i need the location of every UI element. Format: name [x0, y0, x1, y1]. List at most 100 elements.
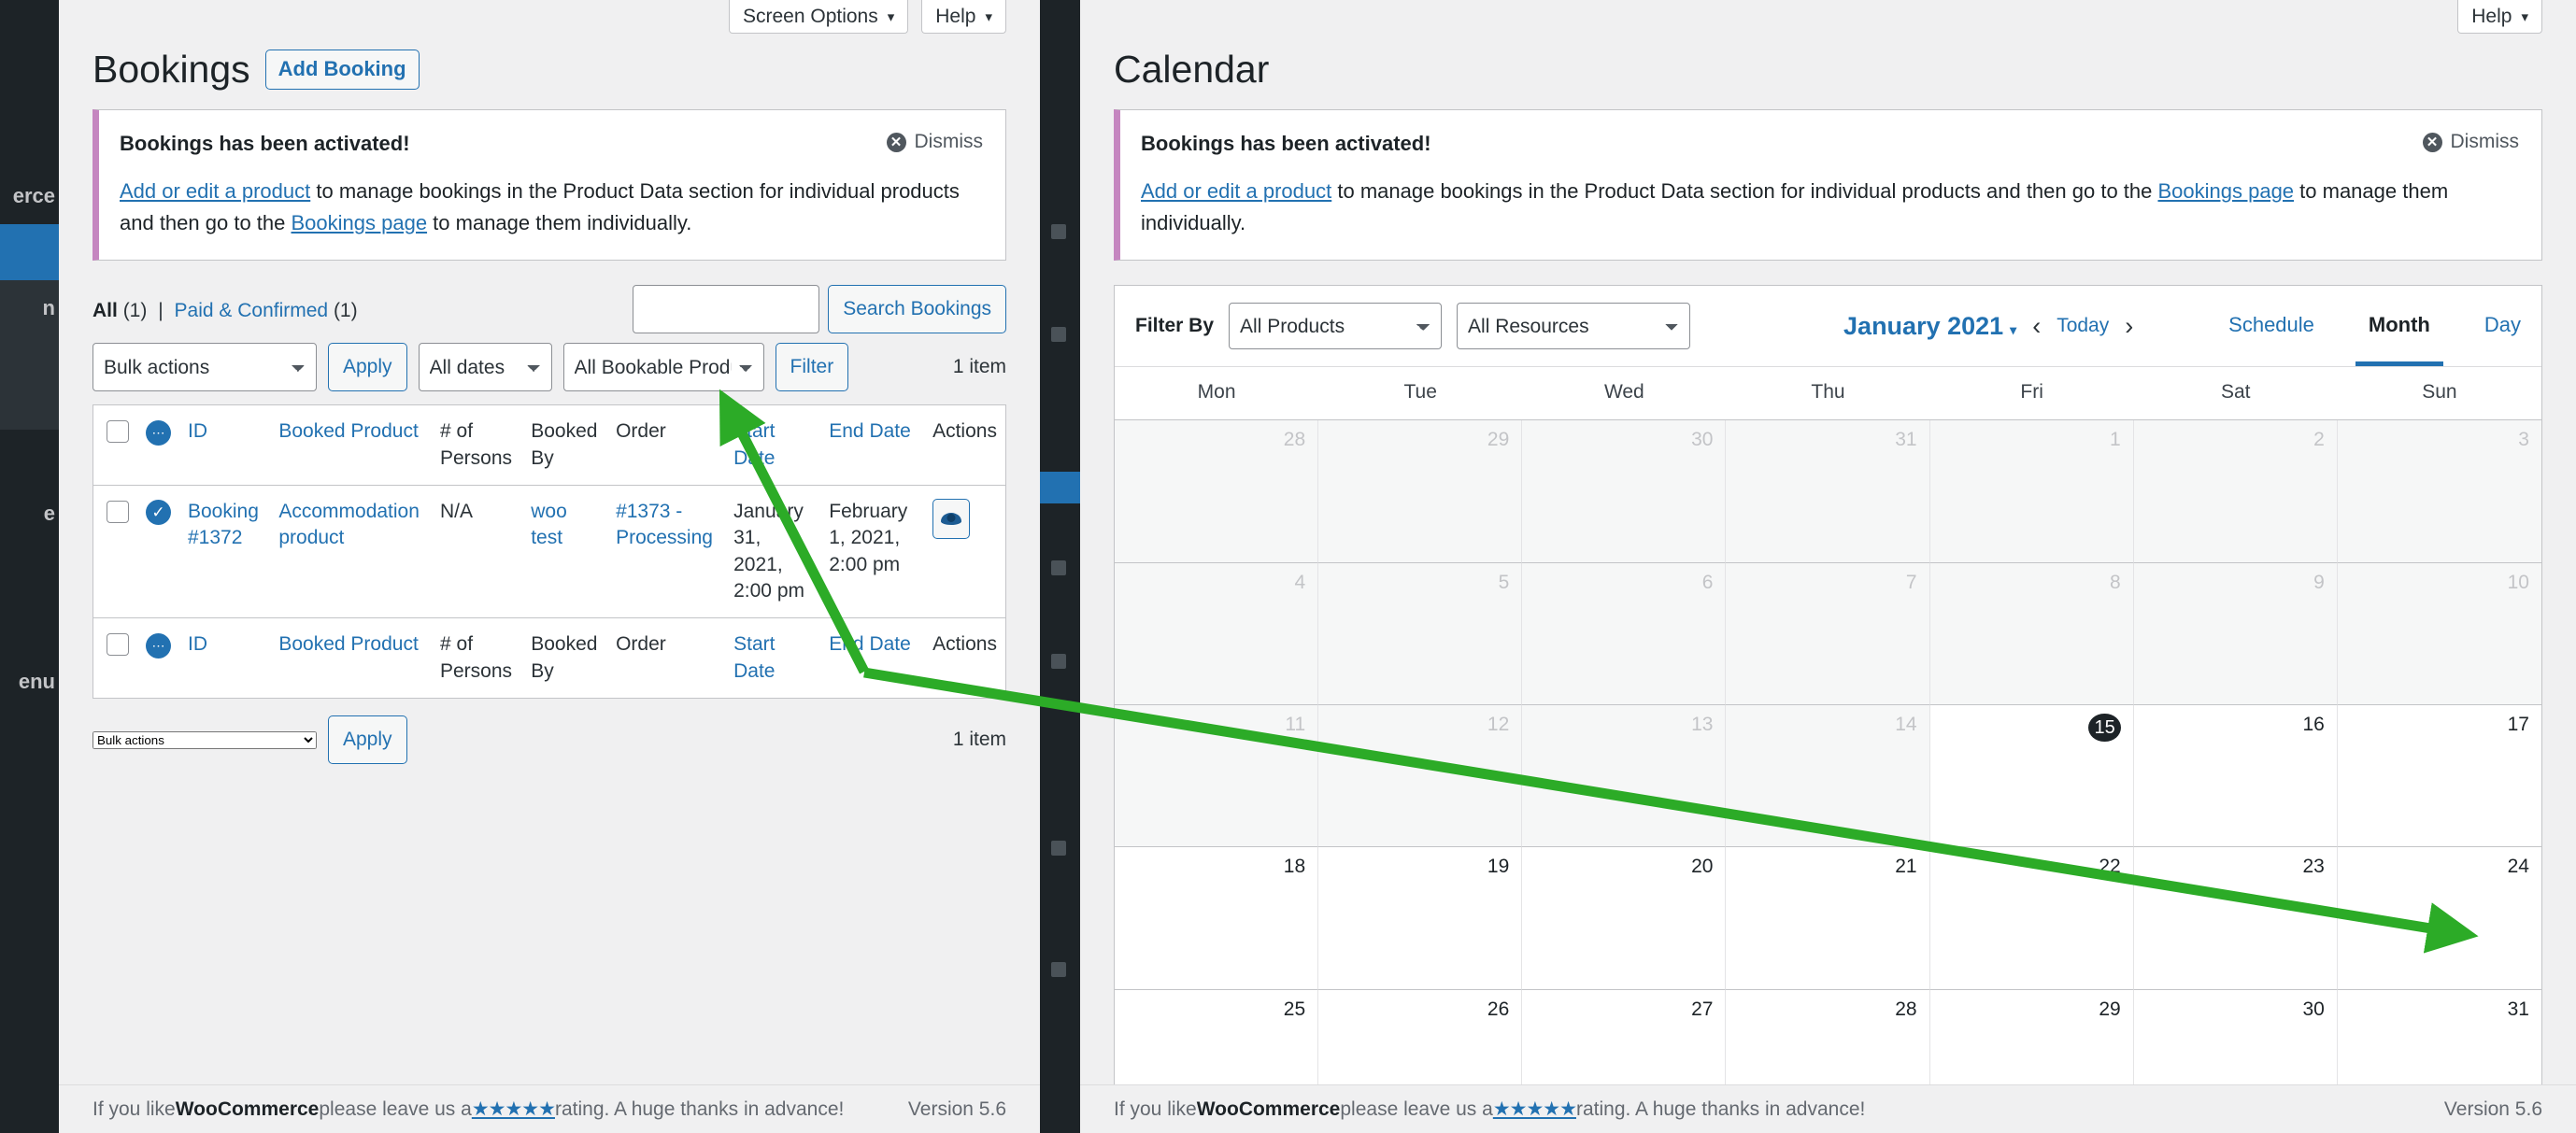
booking-id-link[interactable]: Booking #1372: [188, 501, 259, 548]
calendar-day-28[interactable]: 28: [1115, 420, 1319, 563]
calendar-day-31[interactable]: 31: [1726, 420, 1930, 563]
calendar-day-17[interactable]: 17: [2337, 705, 2541, 848]
rating-stars-icon[interactable]: ★★★★★: [472, 1098, 556, 1121]
calendar-day-2[interactable]: 2: [2133, 420, 2338, 563]
calendar-day-13[interactable]: 13: [1522, 705, 1727, 848]
sidebar-item-woocommerce[interactable]: erce: [0, 168, 59, 224]
select-all-checkbox-footer[interactable]: [107, 633, 129, 657]
calendar-day-24[interactable]: 24: [2337, 847, 2541, 990]
calendar-day-16[interactable]: 16: [2133, 705, 2338, 848]
select-all-checkbox[interactable]: [107, 420, 129, 444]
row-checkbox[interactable]: [107, 501, 129, 524]
calendar-day-8[interactable]: 8: [1929, 562, 2134, 706]
calendar-day-number: 30: [2302, 998, 2325, 1020]
screen-options-tab[interactable]: Screen Options ▾: [728, 0, 909, 34]
apply-button-top[interactable]: Apply: [328, 343, 407, 392]
calendar-day-18[interactable]: 18: [1115, 847, 1319, 990]
search-bookings-button[interactable]: Search Bookings: [828, 285, 1006, 334]
month-year-dropdown[interactable]: January 2021 ▾: [1843, 312, 2016, 341]
calendar-products-select[interactable]: All Products: [1229, 303, 1443, 350]
tab-month[interactable]: Month: [2355, 303, 2443, 367]
bulk-actions-select[interactable]: Bulk actions: [93, 343, 317, 392]
bookings-page-link[interactable]: Bookings page: [292, 211, 428, 234]
table-header-row: ⋯ ID Booked Product # of Persons Booked …: [93, 405, 1006, 486]
sidebar-submenu-item[interactable]: n: [0, 280, 59, 336]
weekday-sun: Sun: [2422, 381, 2457, 404]
calendar-day-1[interactable]: 1: [1929, 420, 2134, 563]
column-header-start-date[interactable]: Start Date: [725, 405, 820, 486]
calendar-day-29[interactable]: 29: [1318, 420, 1523, 563]
filter-button[interactable]: Filter: [775, 343, 849, 392]
calendar-day-4[interactable]: 4: [1115, 562, 1319, 706]
calendar-help-tab[interactable]: Help ▾: [2457, 0, 2542, 34]
search-input[interactable]: [633, 285, 820, 334]
column-header-end-date[interactable]: End Date: [820, 405, 924, 486]
today-button[interactable]: Today: [2057, 315, 2109, 337]
sidebar-item-current-secondary[interactable]: [1040, 472, 1080, 503]
weekday-mon: Mon: [1197, 381, 1236, 404]
calendar-add-or-edit-product-link[interactable]: Add or edit a product: [1141, 179, 1331, 203]
prev-month-button[interactable]: ‹: [2029, 312, 2043, 341]
calendar-activation-notice: Bookings has been activated! Add or edit…: [1114, 109, 2542, 262]
bookings-table: ⋯ ID Booked Product # of Persons Booked …: [93, 404, 1006, 700]
column-footer-persons: # of Persons: [432, 617, 523, 699]
table-footer-row: ⋯ ID Booked Product # of Persons Booked …: [93, 617, 1006, 699]
column-footer-start-date[interactable]: Start Date: [725, 617, 821, 699]
order-link[interactable]: #1373 - Processing: [616, 501, 713, 548]
view-all-label[interactable]: All: [93, 300, 118, 321]
booked-by-link[interactable]: woo test: [531, 501, 567, 548]
help-tab[interactable]: Help ▾: [921, 0, 1006, 34]
column-header-id[interactable]: ID: [179, 405, 270, 486]
calendar-day-12[interactable]: 12: [1318, 705, 1523, 848]
booked-product-link[interactable]: Accommodation product: [278, 501, 420, 548]
calendar-day-9[interactable]: 9: [2133, 562, 2338, 706]
calendar-day-10[interactable]: 10: [2337, 562, 2541, 706]
all-dates-select[interactable]: All dates: [418, 343, 552, 392]
view-paid-confirmed-link[interactable]: Paid & Confirmed: [175, 300, 329, 321]
calendar-day-20[interactable]: 20: [1522, 847, 1727, 990]
dismiss-notice-button[interactable]: ✕ Dismiss: [886, 131, 983, 153]
all-bookable-products-select[interactable]: All Bookable Products: [562, 343, 764, 392]
calendar-day-3[interactable]: 3: [2337, 420, 2541, 563]
calendar-day-19[interactable]: 19: [1318, 847, 1523, 990]
sidebar-item-current[interactable]: [0, 224, 59, 280]
weekday-thu: Thu: [1811, 381, 1845, 404]
cell-order: #1373 - Processing: [607, 486, 725, 618]
add-booking-button[interactable]: Add Booking: [264, 50, 420, 90]
calendar-dismiss-notice-button[interactable]: ✕ Dismiss: [2422, 131, 2519, 153]
column-footer-booked-product[interactable]: Booked Product: [270, 617, 432, 699]
rating-stars-icon[interactable]: ★★★★★: [1493, 1098, 1577, 1121]
calendar-resources-select[interactable]: All Resources: [1457, 303, 1691, 350]
next-month-button[interactable]: ›: [2122, 312, 2136, 341]
calendar-day-23[interactable]: 23: [2133, 847, 2338, 990]
calendar-bookings-page-link[interactable]: Bookings page: [2157, 179, 2294, 203]
bulk-actions-select-bottom[interactable]: Bulk actions: [93, 730, 317, 749]
add-or-edit-product-link[interactable]: Add or edit a product: [120, 179, 310, 203]
calendar-day-15[interactable]: 15: [1929, 705, 2134, 848]
calendar-day-11[interactable]: 11: [1115, 705, 1319, 848]
view-booking-button[interactable]: [932, 499, 971, 540]
sidebar-collapse-menu[interactable]: enu: [0, 654, 59, 710]
calendar-day-14[interactable]: 14: [1726, 705, 1930, 848]
calendar-footer: If you like WooCommerce please leave us …: [1080, 1084, 2576, 1133]
sidebar-submenu[interactable]: n: [0, 280, 59, 430]
calendar-day-5[interactable]: 5: [1318, 562, 1523, 706]
calendar-day-30[interactable]: 30: [1522, 420, 1727, 563]
tablenav-top: Bulk actions Apply All dates All Bookabl…: [93, 343, 1006, 392]
calendar-day-6[interactable]: 6: [1522, 562, 1727, 706]
calendar-day-21[interactable]: 21: [1726, 847, 1930, 990]
apply-button-bottom[interactable]: Apply: [328, 715, 407, 765]
column-footer-end-date[interactable]: End Date: [820, 617, 925, 699]
tab-day[interactable]: Day: [2484, 303, 2521, 349]
cal-footer-version: Version 5.6: [2443, 1098, 2542, 1120]
column-header-booked-product[interactable]: Booked Product: [270, 405, 432, 486]
chevron-down-icon: ▾: [985, 8, 992, 25]
column-footer-id[interactable]: ID: [179, 617, 271, 699]
row-select-cell: [93, 486, 138, 618]
calendar-day-number: 24: [2507, 856, 2529, 878]
calendar-day-7[interactable]: 7: [1726, 562, 1930, 706]
tab-schedule[interactable]: Schedule: [2228, 303, 2314, 349]
calendar-day-22[interactable]: 22: [1929, 847, 2134, 990]
views-and-search-row: All (1) | Paid & Confirmed (1) Search Bo…: [93, 285, 1006, 334]
sidebar-item-appearance[interactable]: e: [0, 486, 59, 542]
